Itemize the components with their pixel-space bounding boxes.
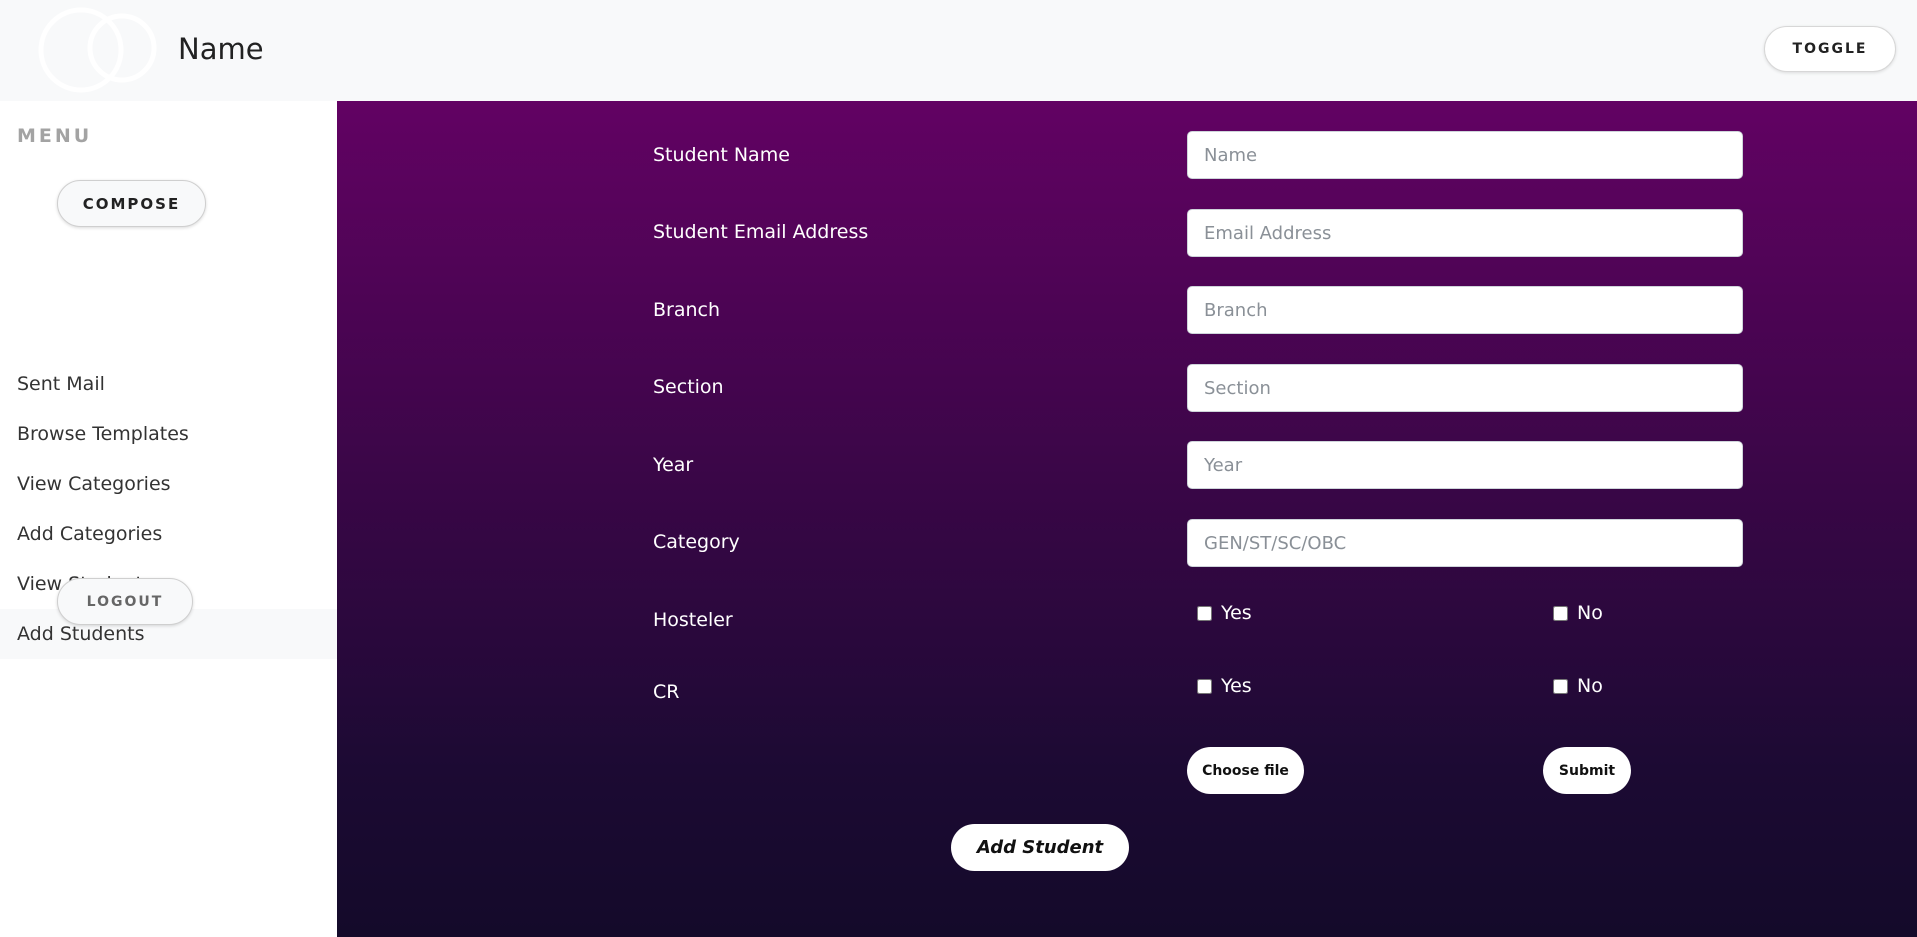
brand-title[interactable]: Name <box>178 32 264 66</box>
student-name-input[interactable] <box>1187 131 1743 179</box>
section-input[interactable] <box>1187 364 1743 412</box>
hosteler-yes-checkbox[interactable] <box>1197 605 1212 621</box>
add-student-button[interactable]: Add Student <box>951 824 1129 871</box>
choose-file-button[interactable]: Choose file <box>1187 747 1304 794</box>
hosteler-no-checkbox[interactable] <box>1553 605 1568 621</box>
category-input[interactable] <box>1187 519 1743 567</box>
sidebar-item-add-categories[interactable]: Add Categories <box>0 509 337 559</box>
branch-input[interactable] <box>1187 286 1743 334</box>
sidebar-item-browse-templates[interactable]: Browse Templates <box>0 409 337 459</box>
menu-heading: MENU <box>17 125 93 147</box>
branch-label: Branch <box>653 299 721 321</box>
student-name-label: Student Name <box>653 144 790 166</box>
hosteler-no-option[interactable]: No <box>1553 602 1603 624</box>
cr-yes-text: Yes <box>1221 675 1252 697</box>
year-input[interactable] <box>1187 441 1743 489</box>
sidebar: MENU COMPOSE Sent Mail Browse Templates … <box>0 101 337 937</box>
add-student-form: Student Name Student Email Address Branc… <box>337 101 1917 937</box>
logout-button[interactable]: LOGOUT <box>57 578 193 625</box>
hosteler-yes-text: Yes <box>1221 602 1252 624</box>
hosteler-yes-option[interactable]: Yes <box>1197 602 1252 624</box>
sidebar-item-view-categories[interactable]: View Categories <box>0 459 337 509</box>
sidebar-item-sent-mail[interactable]: Sent Mail <box>0 359 337 409</box>
hosteler-label: Hosteler <box>653 609 733 631</box>
compose-button[interactable]: COMPOSE <box>57 180 206 227</box>
year-label: Year <box>653 454 694 476</box>
brand-logo-icon <box>38 7 157 93</box>
category-label: Category <box>653 531 740 553</box>
top-navbar: Name TOGGLE <box>0 0 1917 101</box>
student-email-input[interactable] <box>1187 209 1743 257</box>
cr-yes-option[interactable]: Yes <box>1197 675 1252 697</box>
submit-button[interactable]: Submit <box>1543 747 1631 794</box>
student-email-label: Student Email Address <box>653 221 869 243</box>
hosteler-no-text: No <box>1577 602 1603 624</box>
cr-yes-checkbox[interactable] <box>1197 678 1212 694</box>
cr-label: CR <box>653 681 680 703</box>
cr-no-option[interactable]: No <box>1553 675 1603 697</box>
toggle-button[interactable]: TOGGLE <box>1764 26 1896 72</box>
cr-no-checkbox[interactable] <box>1553 678 1568 694</box>
cr-no-text: No <box>1577 675 1603 697</box>
section-label: Section <box>653 376 724 398</box>
